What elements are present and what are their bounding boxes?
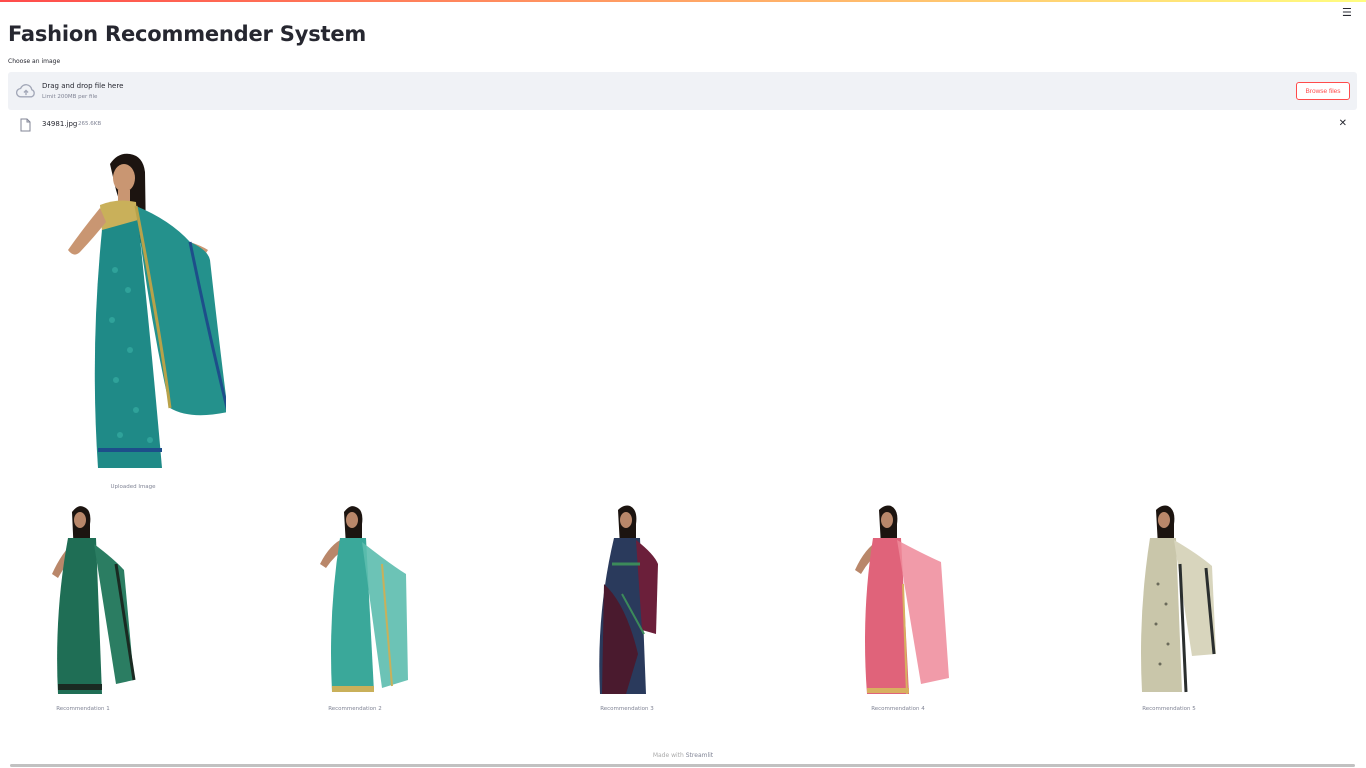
recommendation-caption: Recommendation 1 <box>56 706 110 712</box>
recommendation-caption: Recommendation 3 <box>600 706 654 712</box>
dropzone-instructions: Drag and drop file here <box>42 82 124 90</box>
horizontal-scrollbar[interactable] <box>10 764 1355 767</box>
recommendation-image <box>52 506 136 694</box>
file-name: 34981.jpg <box>42 120 78 128</box>
footer-prefix: Made with <box>652 752 684 759</box>
footer: Made with Streamlit <box>0 752 1366 759</box>
close-icon[interactable]: ✕ <box>1339 118 1347 129</box>
hamburger-menu-icon[interactable]: ☰ <box>1342 7 1352 18</box>
footer-brand-link[interactable]: Streamlit <box>686 752 713 759</box>
recommendation-image <box>855 505 949 695</box>
uploader-label: Choose an image <box>8 58 61 65</box>
recommendation-image <box>320 506 408 692</box>
browse-files-button[interactable]: Browse files <box>1296 82 1350 100</box>
recommendation-image <box>599 505 658 694</box>
cloud-upload-icon <box>16 84 35 98</box>
recommendation-caption: Recommendation 4 <box>871 706 925 712</box>
uploaded-image <box>68 153 226 468</box>
header-decoration-bar <box>0 0 1366 2</box>
recommendation-caption: Recommendation 2 <box>328 706 382 712</box>
file-icon <box>20 118 31 132</box>
uploaded-image-caption: Uploaded Image <box>110 484 156 490</box>
uploaded-file-row: 34981.jpg 265.6KB ✕ <box>8 116 1357 134</box>
page-title: Fashion Recommender System <box>8 22 367 46</box>
dropzone-limit: Limit 200MB per file <box>42 94 98 100</box>
file-size: 265.6KB <box>78 121 102 127</box>
recommendation-caption: Recommendation 5 <box>1142 706 1196 712</box>
file-dropzone[interactable]: Drag and drop file here Limit 200MB per … <box>8 72 1357 110</box>
recommendation-image <box>1141 505 1216 693</box>
